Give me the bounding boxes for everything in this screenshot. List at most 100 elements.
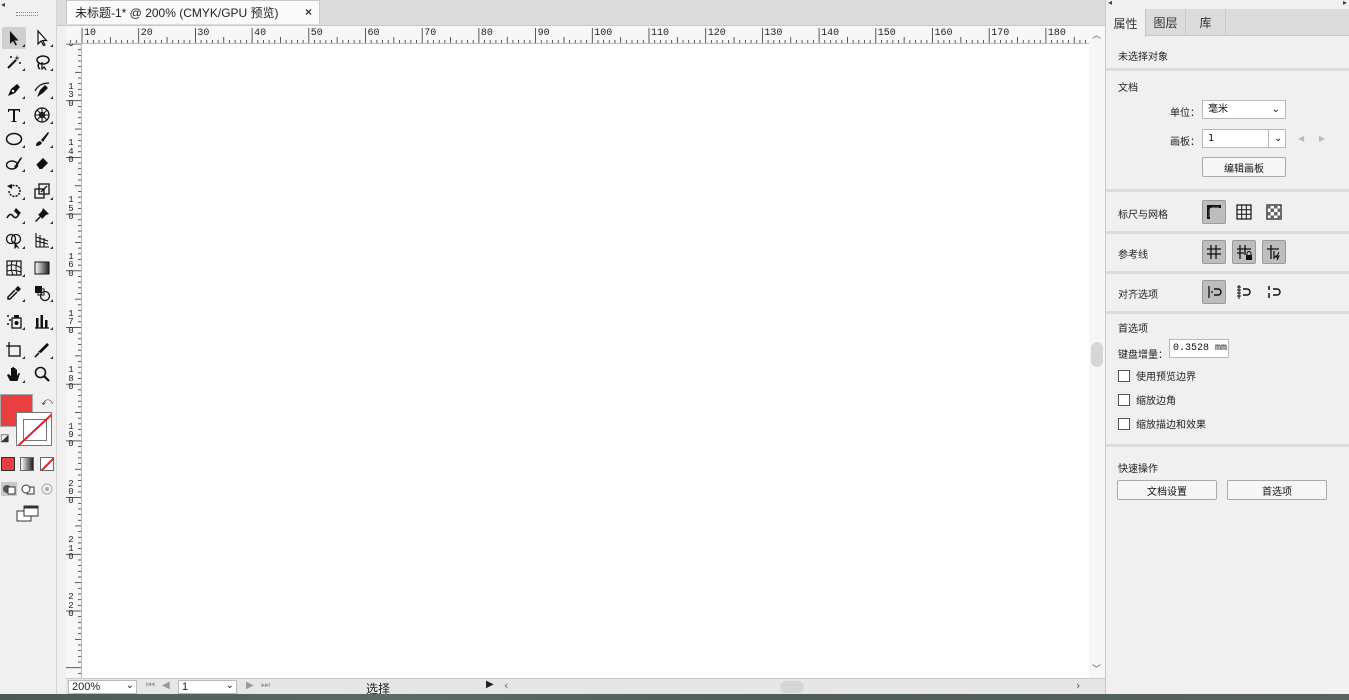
ruler-label: 160 <box>934 28 953 39</box>
guides-label: 参考线 <box>1118 250 1148 261</box>
color-mode-button[interactable] <box>1 457 15 471</box>
use-preview-bounds-option[interactable]: 使用预览边界 <box>1118 368 1196 383</box>
collapse-panel-icon[interactable]: ◂ <box>1108 0 1112 7</box>
perspective-grid-tool[interactable] <box>30 229 54 251</box>
ellipse-tool[interactable] <box>2 128 26 150</box>
show-grid-button[interactable] <box>1232 200 1256 224</box>
perspective-grid-icon <box>35 233 49 248</box>
tab-properties[interactable]: 属性 <box>1106 9 1146 37</box>
artboard-number-select[interactable]: 1 ⌄ <box>178 680 237 694</box>
tab-layers[interactable]: 图层 <box>1146 9 1186 36</box>
scale-strokes-option[interactable]: 缩放描边和效果 <box>1118 416 1206 431</box>
ruler-label: 100 <box>594 28 613 39</box>
stroke-color-swatch[interactable] <box>16 412 52 446</box>
close-tab-icon[interactable]: × <box>305 5 312 19</box>
gradient-tool[interactable] <box>30 257 54 279</box>
direct-selection-tool[interactable] <box>30 27 54 49</box>
screen-mode-button[interactable] <box>16 505 40 523</box>
paintbrush-tool[interactable] <box>30 128 54 150</box>
document-setup-button[interactable]: 文档设置 <box>1117 480 1217 500</box>
draw-normal-button[interactable] <box>1 482 17 496</box>
previous-artboard-icon[interactable]: ◀ <box>162 680 170 691</box>
zoom-select[interactable]: 200% ⌄ <box>68 680 137 694</box>
collapse-toolbar-icon[interactable]: ◂ <box>1 0 5 9</box>
default-fill-stroke-icon[interactable]: ◪ <box>0 433 9 444</box>
vertical-scroll-thumb[interactable] <box>1091 342 1103 367</box>
artboard-select[interactable]: 1 ⌄ <box>1202 129 1286 148</box>
snap-pixel-icon <box>1237 285 1251 299</box>
snap-to-point-button[interactable] <box>1202 280 1226 304</box>
flare-tool[interactable] <box>30 104 54 126</box>
eraser-tool[interactable] <box>30 152 54 174</box>
scroll-right-icon[interactable]: › <box>1076 679 1080 692</box>
chevron-down-icon[interactable]: ⌄ <box>1268 130 1285 147</box>
puppet-warp-tool[interactable] <box>30 204 54 226</box>
draw-inside-button[interactable] <box>39 482 55 496</box>
preferences-button[interactable]: 首选项 <box>1227 480 1327 500</box>
lasso-tool[interactable] <box>30 51 54 73</box>
document-tab[interactable]: 未标题-1* @ 200% (CMYK/GPU 预览) × <box>66 0 320 24</box>
divider <box>1106 189 1349 192</box>
scale-strokes-checkbox[interactable] <box>1118 417 1130 430</box>
last-artboard-icon[interactable]: ⏭ <box>261 680 270 691</box>
draw-behind-button[interactable] <box>20 482 36 496</box>
horizontal-scroll-thumb[interactable] <box>780 681 804 693</box>
hand-tool[interactable] <box>2 363 26 385</box>
shaper-tool[interactable] <box>2 152 26 174</box>
expand-panel-icon[interactable]: ▸ <box>1343 0 1347 7</box>
vertical-ruler[interactable]: 0 130 140 150 160 170 180 190 200 210 220 <box>66 44 82 678</box>
scroll-up-icon[interactable]: ︿ <box>1092 28 1101 41</box>
transparency-grid-button[interactable] <box>1262 200 1286 224</box>
snap-to-pixel-button[interactable] <box>1232 280 1256 304</box>
pen-nib-icon <box>8 84 20 96</box>
use-preview-bounds-checkbox[interactable] <box>1118 369 1130 382</box>
tab-libraries[interactable]: 库 <box>1186 9 1226 36</box>
symbol-sprayer-tool[interactable] <box>2 310 26 332</box>
lock-guides-button[interactable] <box>1232 240 1256 264</box>
ruler-label: 130 <box>764 28 783 39</box>
slice-tool[interactable] <box>30 339 54 361</box>
ruler-label: 40 <box>254 28 267 39</box>
next-artboard-icon[interactable]: ▶ <box>1319 134 1325 143</box>
units-select[interactable]: 毫米 ⌄ <box>1202 100 1286 119</box>
show-guides-button[interactable] <box>1202 240 1226 264</box>
scale-tool[interactable] <box>30 180 54 202</box>
scroll-down-icon[interactable]: ﹀ <box>1092 662 1101 675</box>
swap-fill-stroke-icon[interactable]: ⤺ <box>41 395 53 409</box>
next-artboard-icon[interactable]: ▶ <box>246 680 254 691</box>
type-tool[interactable] <box>2 104 26 126</box>
horizontal-ruler[interactable]: 10 20 30 40 50 60 70 80 90 100 110 120 130 140 150 160 1… <box>66 26 1089 44</box>
magic-wand-tool[interactable] <box>2 51 26 73</box>
status-bar: 200% ⌄ ⏮ ◀ 1 ⌄ ▶ ⏭ 选择 ▶ ‹ › <box>66 678 1105 696</box>
snap-to-glyph-button[interactable] <box>1262 280 1286 304</box>
toolbar-grip[interactable] <box>16 12 38 16</box>
zoom-tool[interactable] <box>30 363 54 385</box>
scroll-left-icon[interactable]: ‹ <box>504 679 508 692</box>
ruler-label: 50 <box>310 28 323 39</box>
blend-tool[interactable] <box>30 282 54 304</box>
scale-corners-checkbox[interactable] <box>1118 393 1130 406</box>
warp-tool[interactable] <box>2 204 26 226</box>
mesh-tool[interactable] <box>2 257 26 279</box>
scale-corners-option[interactable]: 缩放边角 <box>1118 392 1176 407</box>
selection-tool[interactable] <box>2 27 26 49</box>
show-rulers-button[interactable] <box>1202 200 1226 224</box>
column-graph-tool[interactable] <box>30 310 54 332</box>
gradient-mode-button[interactable] <box>20 457 34 471</box>
artboard-tool[interactable] <box>2 339 26 361</box>
previous-artboard-icon[interactable]: ◀ <box>1298 134 1304 143</box>
smart-guides-button[interactable] <box>1262 240 1286 264</box>
rotate-tool[interactable] <box>2 180 26 202</box>
edit-artboards-button[interactable]: 编辑画板 <box>1202 157 1286 177</box>
keyboard-increment-input[interactable]: 0.3528 mm <box>1169 339 1229 358</box>
vertical-scrollbar[interactable]: ︿ ﹀ <box>1089 26 1105 678</box>
status-menu-icon[interactable]: ▶ <box>486 679 494 690</box>
first-artboard-icon[interactable]: ⏮ <box>146 680 155 691</box>
curvature-tool[interactable] <box>30 79 54 101</box>
eyedropper-tool[interactable] <box>2 282 26 304</box>
units-label: 单位： <box>1170 108 1200 119</box>
pen-tool[interactable] <box>2 79 26 101</box>
none-mode-button[interactable] <box>40 457 54 471</box>
artboard-canvas[interactable] <box>82 44 1089 678</box>
shape-builder-tool[interactable] <box>2 229 26 251</box>
